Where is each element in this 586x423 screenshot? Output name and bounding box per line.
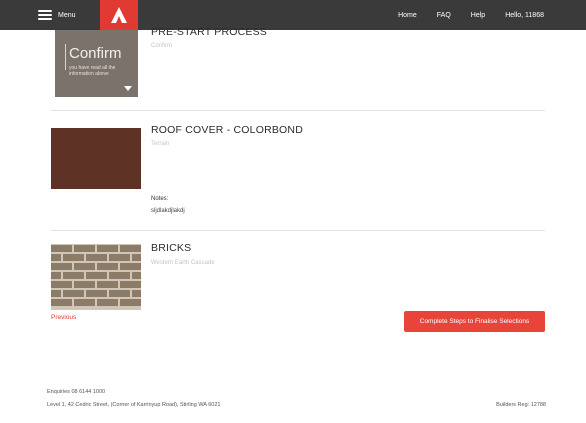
finalise-selections-button[interactable]: Complete Steps to Finalise Selections — [404, 311, 545, 332]
item-title-pre-start: PRE-START PROCESS — [151, 26, 268, 38]
nav-faq-link[interactable]: FAQ — [437, 12, 451, 19]
footer-address: Level 1, 42 Cedric Street, (Corner of Ka… — [47, 402, 221, 408]
notes-label: Notes: — [151, 196, 169, 202]
item-title-roof-cover: ROOF COVER - COLORBOND — [151, 124, 303, 136]
notes-value: sljdlakdjlakdj — [151, 208, 185, 214]
brand-logo-a-icon — [111, 7, 127, 23]
top-nav: Home FAQ Help Hello, 11868 — [378, 0, 544, 30]
nav-help-link[interactable]: Help — [471, 12, 485, 19]
section-divider — [51, 110, 545, 111]
roof-colour-swatch — [51, 128, 141, 189]
item-subtitle-bricks: Western Earth Cascade — [151, 260, 215, 266]
section-divider — [51, 230, 545, 231]
item-subtitle-pre-start: Confirm — [151, 43, 173, 49]
nav-user-greeting[interactable]: Hello, 11868 — [505, 12, 544, 19]
item-subtitle-roof-cover: Terrain — [151, 141, 170, 147]
top-navigation-bar: Menu Home FAQ Help Hello, 11868 — [0, 0, 586, 30]
brand-logo[interactable] — [100, 0, 138, 30]
chevron-down-icon[interactable] — [124, 86, 132, 91]
confirm-card-title: Confirm — [69, 45, 122, 62]
footer-enquiries: Enquiries 08 6144 1000 — [47, 389, 106, 395]
menu-label: Menu — [58, 11, 76, 19]
confirm-card-text: you have read all the information above — [69, 65, 116, 77]
footer-builders-reg: Builders Reg: 12788 — [496, 402, 546, 408]
item-title-bricks: BRICKS — [151, 242, 192, 254]
nav-home-link[interactable]: Home — [398, 12, 417, 19]
brick-swatch-image — [51, 244, 141, 310]
menu-button[interactable]: Menu — [38, 8, 76, 22]
hamburger-icon — [38, 10, 52, 20]
confirm-card[interactable]: Confirm you have read all the informatio… — [55, 30, 138, 97]
previous-link[interactable]: Previous — [51, 314, 76, 321]
